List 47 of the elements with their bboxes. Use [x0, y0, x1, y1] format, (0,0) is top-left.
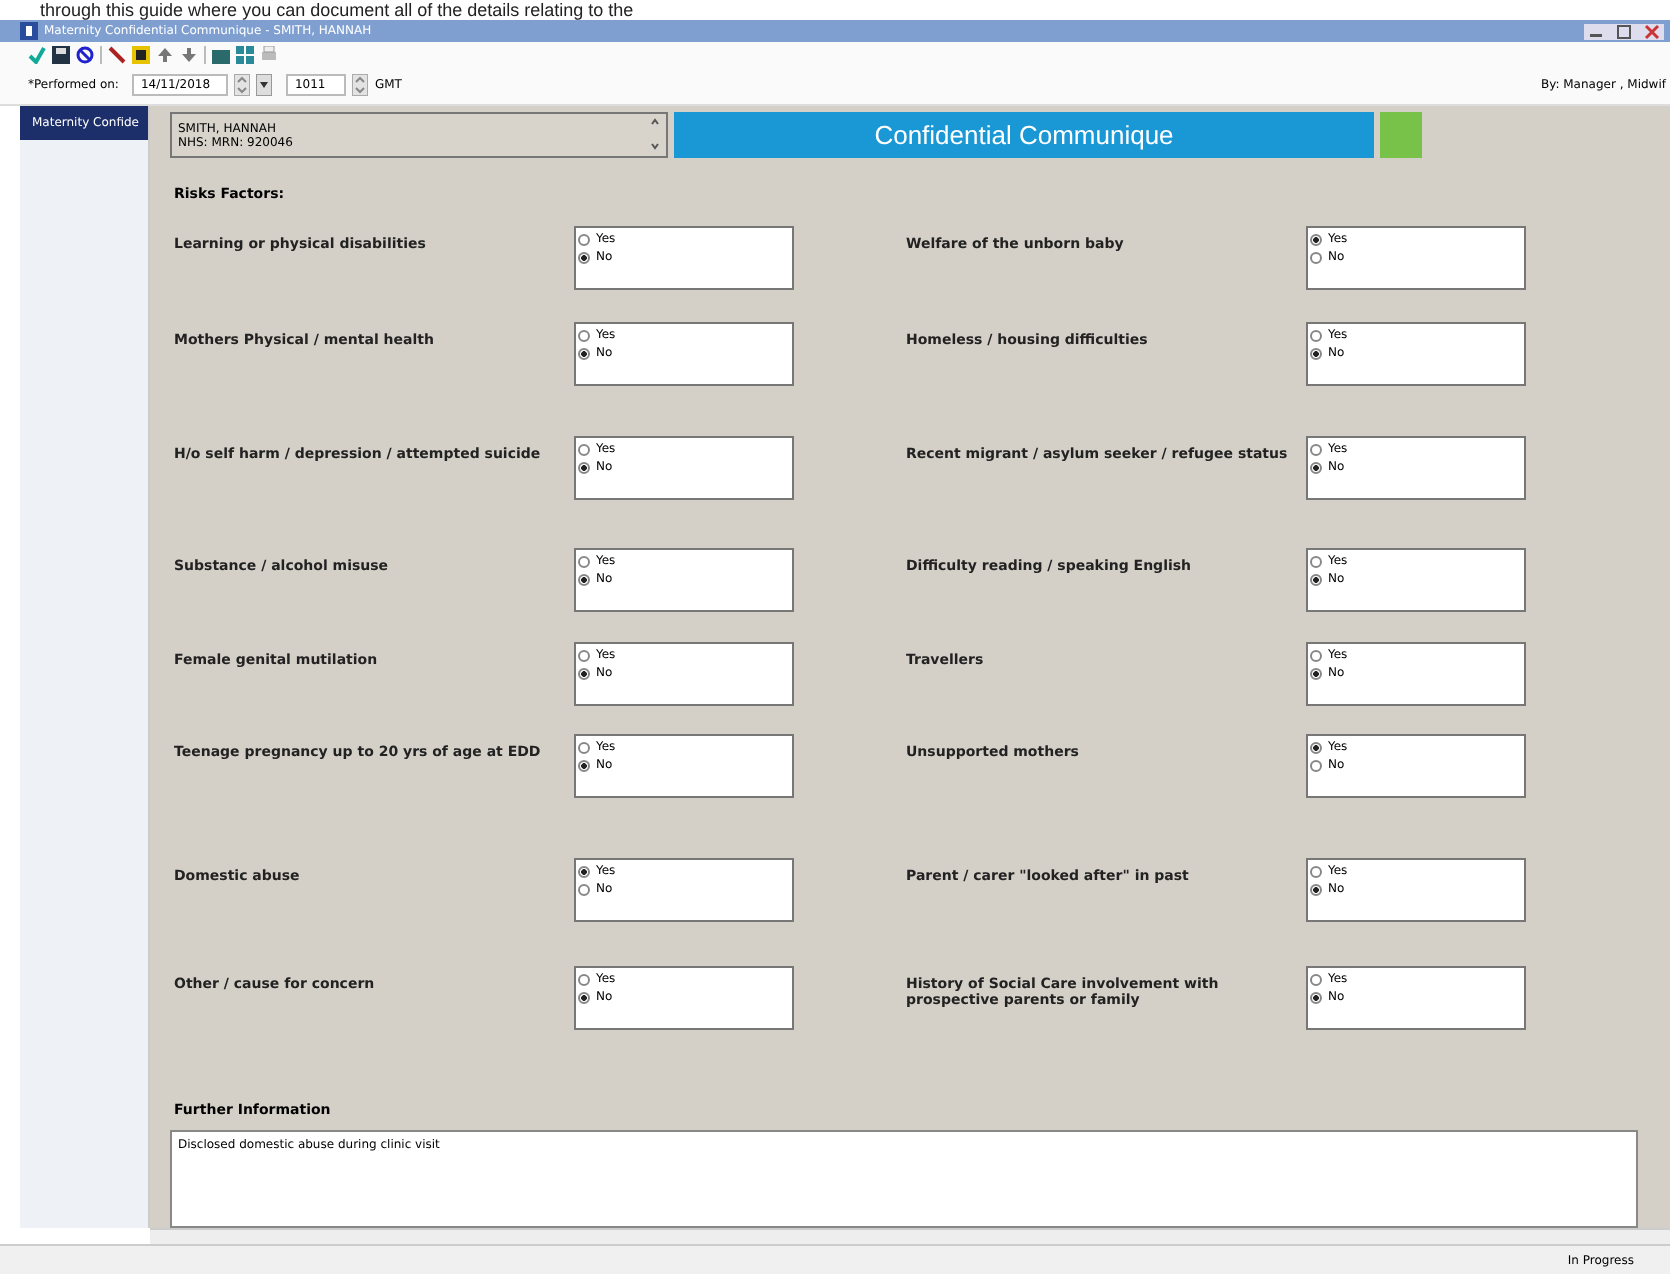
radio-button[interactable]: [1310, 741, 1322, 754]
radio-button[interactable]: [1310, 461, 1322, 474]
radio-button[interactable]: [578, 329, 590, 342]
radio-button[interactable]: [578, 649, 590, 662]
radio-button[interactable]: [1310, 555, 1322, 568]
radio-button[interactable]: [578, 759, 590, 772]
down-arrow-icon[interactable]: [180, 45, 198, 63]
radio-button[interactable]: [578, 347, 590, 360]
banner-title: Confidential Communique: [674, 112, 1374, 159]
radio-button[interactable]: [578, 973, 590, 986]
radio-button[interactable]: [578, 443, 590, 456]
save-icon[interactable]: [52, 45, 70, 63]
radio-button[interactable]: [1310, 991, 1322, 1004]
grid-icon[interactable]: [236, 45, 254, 63]
radio-button[interactable]: [578, 555, 590, 568]
radio-button[interactable]: [578, 667, 590, 680]
radio-button[interactable]: [578, 573, 590, 586]
radio-button[interactable]: [1310, 573, 1322, 586]
radio-button[interactable]: [1310, 443, 1322, 456]
scroll-arrows-icon[interactable]: [648, 114, 662, 154]
cancel-icon[interactable]: [76, 45, 94, 63]
radio-button[interactable]: [578, 251, 590, 264]
radio-button[interactable]: [1310, 667, 1322, 680]
horizontal-scrollbar[interactable]: [150, 1228, 1670, 1244]
radio-button[interactable]: [1310, 649, 1322, 662]
dropdown-icon[interactable]: [256, 74, 273, 96]
radio-button[interactable]: [578, 865, 590, 878]
radio-button[interactable]: [1310, 251, 1322, 264]
radio-button[interactable]: [1310, 973, 1322, 986]
radio-button[interactable]: [1310, 233, 1322, 246]
spinner-icon[interactable]: [352, 74, 369, 96]
up-arrow-icon[interactable]: [156, 45, 174, 63]
radio-button[interactable]: [578, 991, 590, 1004]
radio-button[interactable]: [578, 233, 590, 246]
radio-button[interactable]: [1310, 865, 1322, 878]
radio-button[interactable]: [1310, 759, 1322, 772]
radio-button[interactable]: [578, 741, 590, 754]
radio-button[interactable]: [578, 461, 590, 474]
caption-text: through this guide where you can document all of the details relating to the: [38, 0, 636, 20]
radio-button[interactable]: [1310, 347, 1322, 360]
checkmark-icon[interactable]: [28, 45, 46, 63]
status-square: [1380, 112, 1422, 159]
maximize-icon[interactable]: [1612, 23, 1636, 39]
radio-button[interactable]: [1310, 883, 1322, 896]
radio-button[interactable]: [578, 883, 590, 896]
close-icon[interactable]: [1640, 23, 1664, 39]
radio-button[interactable]: [1310, 329, 1322, 342]
